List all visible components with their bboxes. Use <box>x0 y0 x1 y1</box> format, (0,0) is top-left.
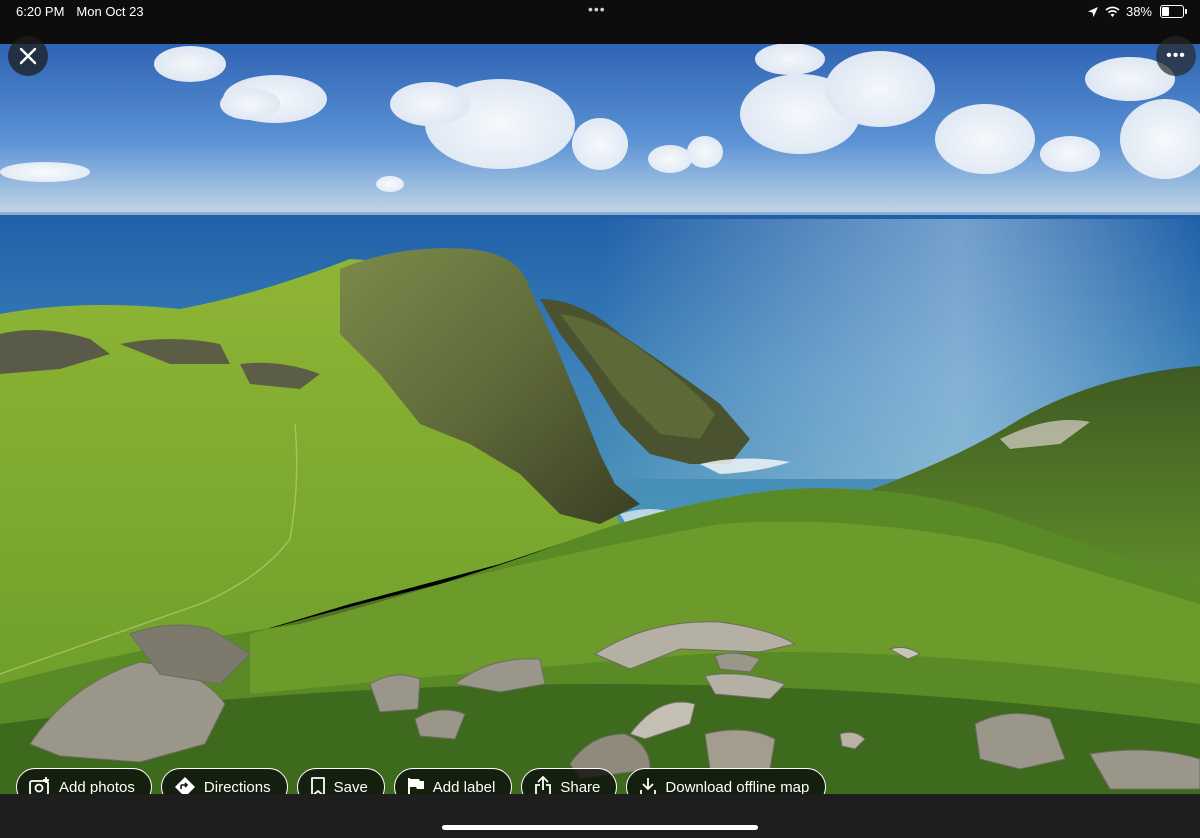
wifi-icon <box>1105 6 1120 17</box>
battery-percent: 38% <box>1125 4 1152 19</box>
location-arrow-icon <box>1087 6 1098 17</box>
status-bar: 6:20 PM Mon Oct 23 ••• 38% <box>0 0 1200 44</box>
landscape-photo[interactable] <box>0 44 1200 794</box>
bottom-bar <box>0 794 1200 838</box>
save-label: Save <box>333 778 368 796</box>
share-label: Share <box>560 778 601 796</box>
download-offline-map-label: Download offline map <box>665 778 810 796</box>
battery-fill <box>1162 7 1169 16</box>
more-options-button[interactable]: ••• <box>1156 36 1196 76</box>
status-date: Mon Oct 23 <box>76 4 144 19</box>
close-button[interactable] <box>8 36 48 76</box>
close-icon <box>19 47 37 65</box>
multitasking-dots-icon[interactable]: ••• <box>588 1 606 17</box>
add-label-label: Add label <box>432 778 496 796</box>
more-horizontal-icon: ••• <box>1166 47 1186 64</box>
battery-icon <box>1160 5 1187 18</box>
status-time: 6:20 PM <box>16 4 65 19</box>
home-indicator[interactable] <box>442 825 758 830</box>
add-photos-label: Add photos <box>59 778 135 796</box>
directions-label: Directions <box>203 778 271 796</box>
